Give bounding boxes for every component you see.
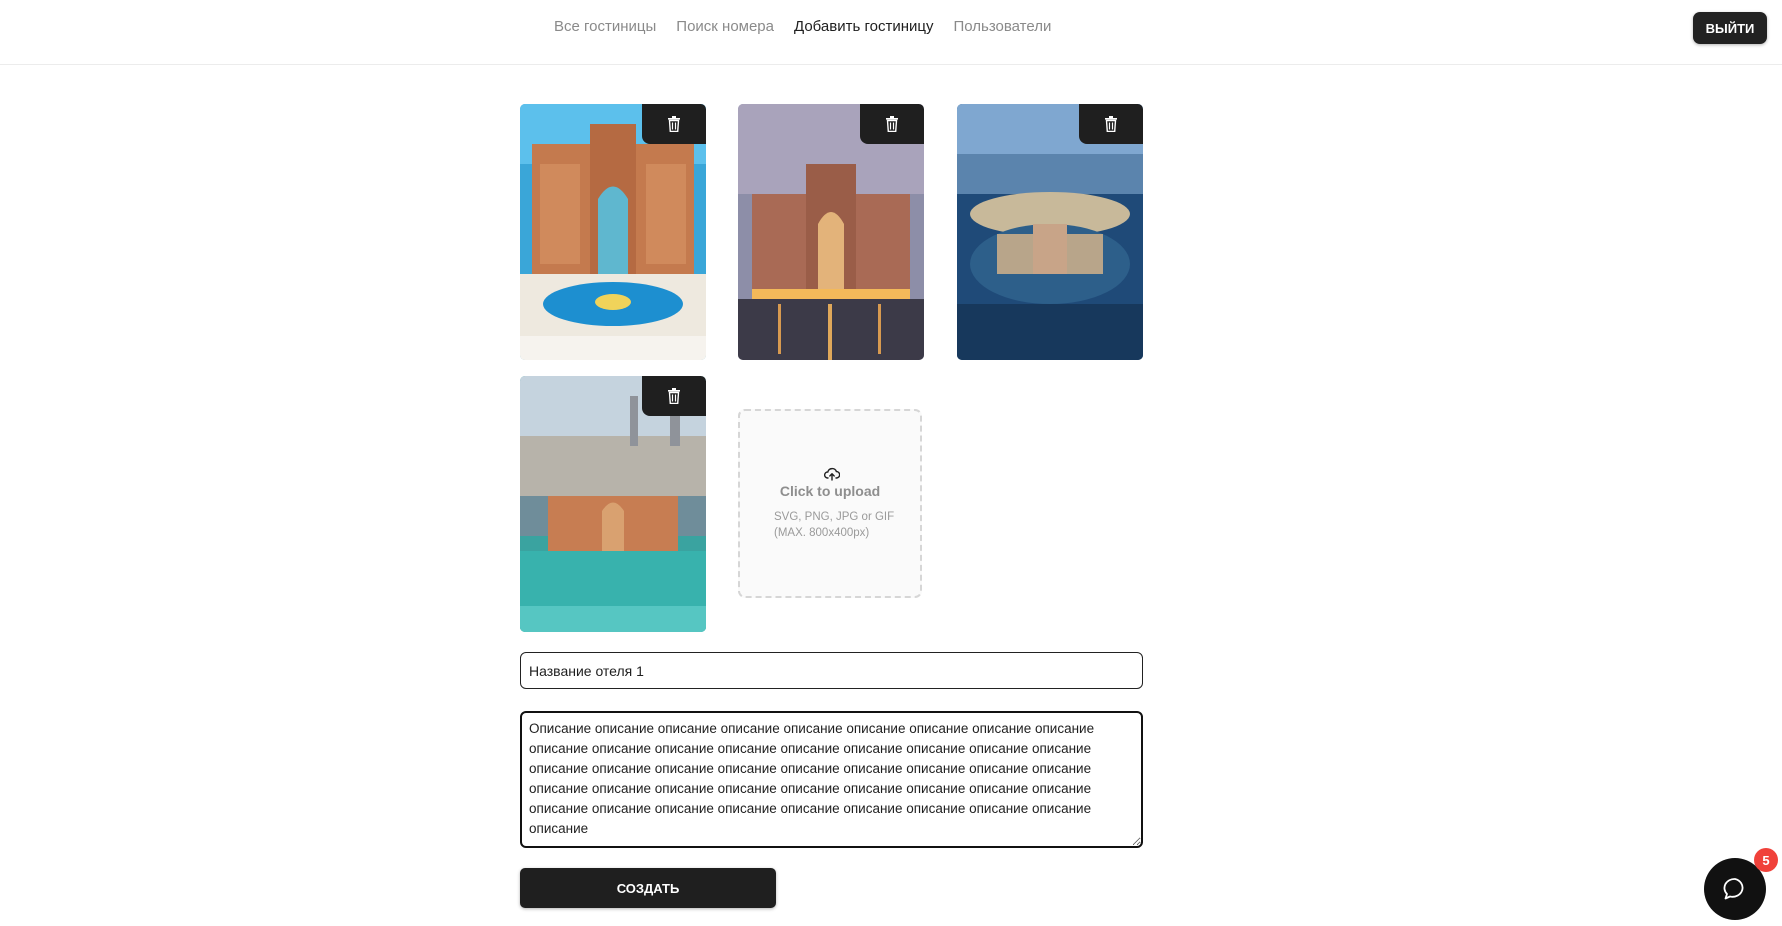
trash-icon xyxy=(1105,116,1117,132)
nav-add-hotel[interactable]: Добавить гостиницу xyxy=(794,18,933,35)
hotel-description-textarea[interactable]: Описание описание описание описание опис… xyxy=(520,711,1143,848)
nav-all-hotels[interactable]: Все гостиницы xyxy=(554,18,656,35)
delete-image-1-button[interactable] xyxy=(642,104,706,144)
create-hotel-button[interactable]: Создать xyxy=(520,868,776,908)
delete-image-4-button[interactable] xyxy=(642,376,706,416)
hotel-name-input[interactable] xyxy=(520,652,1143,689)
delete-image-2-button[interactable] xyxy=(860,104,924,144)
logout-button[interactable]: Выйти xyxy=(1693,12,1767,44)
hotel-image-4 xyxy=(520,376,706,632)
top-header: Все гостиницы Поиск номера Добавить гост… xyxy=(0,0,1782,65)
chat-unread-badge: 5 xyxy=(1754,848,1778,872)
upload-title: Click to upload xyxy=(779,483,881,499)
delete-image-3-button[interactable] xyxy=(1079,104,1143,144)
main-nav: Все гостиницы Поиск номера Добавить гост… xyxy=(554,18,1051,35)
hotel-image-1 xyxy=(520,104,706,360)
upload-hint: SVG, PNG, JPG or GIF (MAX. 800x400px) xyxy=(774,511,895,539)
nav-room-search[interactable]: Поиск номера xyxy=(676,18,774,35)
cloud-upload-icon xyxy=(824,467,840,481)
image-upload-dropzone[interactable]: Click to upload SVG, PNG, JPG or GIF (MA… xyxy=(738,409,922,598)
nav-users[interactable]: Пользователи xyxy=(953,18,1051,35)
trash-icon xyxy=(668,116,680,132)
hotel-image-3 xyxy=(957,104,1143,360)
trash-icon xyxy=(668,388,680,404)
hotel-image-2 xyxy=(738,104,924,360)
trash-icon xyxy=(886,116,898,132)
chat-bubble-icon xyxy=(1723,878,1744,900)
